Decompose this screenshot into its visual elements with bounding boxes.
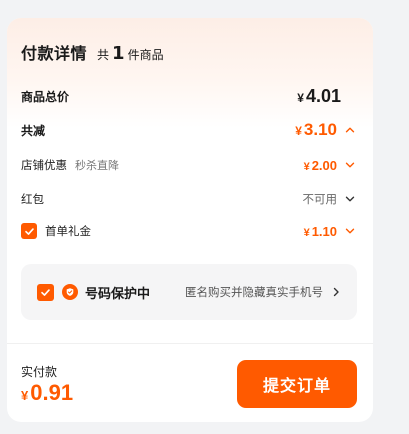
submit-order-button[interactable]: 提交订单 — [237, 360, 357, 408]
discount-total-row[interactable]: 共减 ¥ 3.10 — [21, 120, 357, 140]
shield-icon — [62, 284, 78, 300]
page-title: 付款详情 — [21, 44, 88, 63]
store-discount-label: 店铺优惠 — [21, 158, 67, 172]
number-protection-panel[interactable]: 号码保护中 匿名购买并隐藏真实手机号 — [21, 264, 357, 320]
discount-total-price: ¥ 3.10 — [295, 120, 337, 140]
red-packet-row[interactable]: 红包 不可用 — [21, 190, 357, 208]
chevron-right-icon[interactable] — [329, 285, 343, 299]
store-discount-price: ¥ 2.00 — [304, 158, 337, 173]
currency-symbol: ¥ — [303, 160, 310, 173]
discount-total-label: 共减 — [21, 123, 46, 138]
currency-symbol: ¥ — [303, 226, 310, 239]
chevron-down-icon[interactable] — [343, 224, 357, 238]
number-protection-description: 匿名购买并隐藏真实手机号 — [185, 285, 323, 299]
checkmark-icon — [24, 227, 34, 235]
first-order-amount: 1.10 — [311, 223, 337, 239]
number-protection-checkbox[interactable] — [37, 283, 54, 301]
chevron-up-icon[interactable] — [343, 123, 357, 137]
number-protection-title: 号码保护中 — [85, 286, 151, 302]
red-packet-status: 不可用 — [302, 192, 338, 206]
paid-amount-label: 实付款 — [21, 365, 58, 379]
divider — [7, 343, 373, 344]
goods-total-row: 商品总价 ¥ 4.01 — [21, 86, 357, 106]
goods-total-amount: 4.01 — [305, 85, 341, 106]
payment-details-card: 付款详情 共 1 件商品 商品总价 ¥ 4.01 共减 ¥ 3.10 店铺优惠 … — [7, 18, 373, 422]
payment-details-header: 付款详情 共 1 件商品 — [21, 40, 164, 64]
red-packet-label: 红包 — [21, 192, 44, 206]
first-order-price: ¥ 1.10 — [304, 224, 337, 239]
currency-symbol: ¥ — [295, 124, 302, 138]
store-discount-amount: 2.00 — [311, 157, 337, 173]
first-order-gift-row[interactable]: 首单礼金 ¥ 1.10 — [21, 221, 357, 241]
paid-amount-price: ¥ 0.91 — [21, 380, 73, 406]
currency-symbol: ¥ — [21, 388, 29, 403]
item-count-suffix: 件商品 — [127, 48, 164, 62]
first-order-checkbox[interactable] — [21, 223, 37, 239]
goods-total-label: 商品总价 — [21, 89, 70, 104]
store-discount-row[interactable]: 店铺优惠 秒杀直降 ¥ 2.00 — [21, 156, 357, 174]
goods-total-price: ¥ 4.01 — [297, 86, 341, 107]
chevron-down-icon[interactable] — [343, 158, 357, 172]
checkmark-icon — [41, 288, 50, 296]
paid-amount: 0.91 — [30, 380, 74, 405]
item-count-prefix: 共 — [97, 48, 110, 62]
discount-total-amount: 3.10 — [303, 120, 337, 139]
first-order-label: 首单礼金 — [45, 224, 91, 238]
currency-symbol: ¥ — [297, 90, 304, 105]
chevron-down-icon[interactable] — [343, 192, 357, 206]
item-count: 1 — [112, 43, 125, 64]
store-discount-type: 秒杀直降 — [75, 159, 119, 172]
